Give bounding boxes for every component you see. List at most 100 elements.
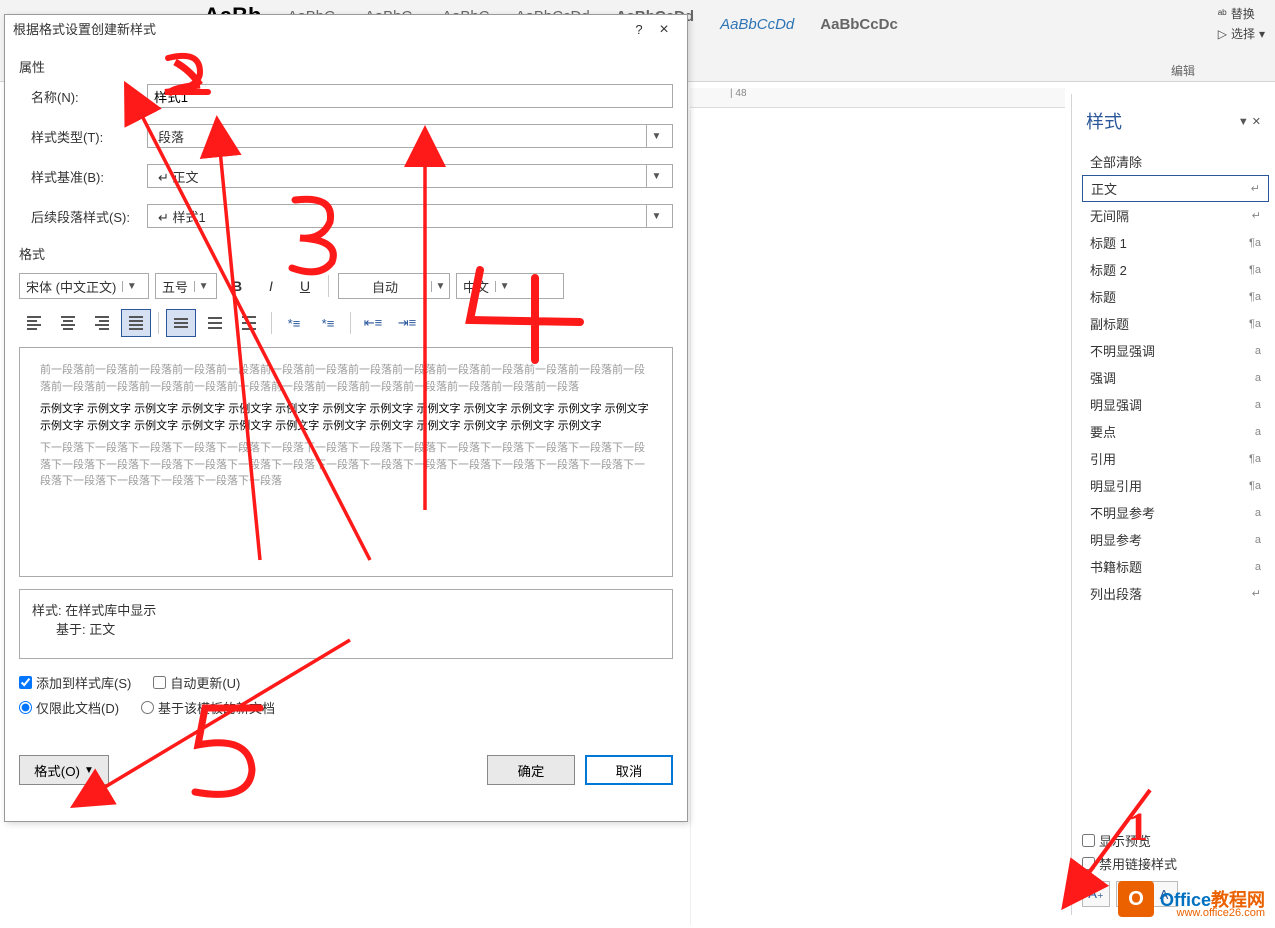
type-select[interactable]: 段落▼ [147,124,673,148]
section-format: 格式 [19,244,673,263]
style-list-item[interactable]: 列出段落 ↵ [1082,580,1269,607]
chevron-down-icon: ▼ [646,205,666,227]
bold-button[interactable]: B [223,273,251,299]
pane-options-button[interactable]: ▼ ✕ [1238,115,1261,128]
styles-pane: 样式▼ ✕ 全部清除正文↵无间隔↵标题 1¶a标题 2¶a标题¶a副标题¶a不明… [1071,94,1269,915]
name-input[interactable] [147,84,673,108]
document-area[interactable] [690,110,1065,925]
underline-button[interactable]: U [291,273,319,299]
auto-update-checkbox[interactable]: 自动更新(U) [153,673,240,692]
ribbon-editing-group: ᵃᵇ替换 ▷选择 ▾ [1218,2,1265,45]
style-item-badge: a [1255,399,1261,411]
help-button[interactable]: ? [629,15,649,45]
style-item-label: 明显参考 [1090,530,1142,549]
style-tile[interactable]: AaBbCcDc [816,14,902,37]
cursor-icon: ▷ [1218,27,1227,41]
style-item-label: 标题 1 [1090,233,1127,252]
style-list-item[interactable]: 无间隔↵ [1082,202,1269,229]
indent-decrease-button[interactable]: ⇤≡ [358,309,388,337]
ribbon-group-label: 编辑 [1171,62,1195,79]
style-item-label: 标题 [1090,287,1116,306]
font-name-combo[interactable]: 宋体 (中文正文)▼ [19,273,149,299]
style-list-item[interactable]: 标题 ¶a [1082,283,1269,310]
font-color-combo[interactable]: 自动▼ [338,273,450,299]
next-label: 后续段落样式(S): [19,207,147,226]
format-menu-button[interactable]: 格式(O)▼ [19,755,109,785]
base-label: 样式基准(B): [19,167,147,186]
show-preview-checkbox[interactable]: 显示预览 [1082,831,1261,850]
style-list-item[interactable]: 不明显参考 a [1082,499,1269,526]
new-style-icon: A₊ [1088,886,1104,902]
indent-increase-button[interactable]: ⇥≡ [392,309,422,337]
replace-button[interactable]: ᵃᵇ替换 [1218,5,1265,22]
section-properties: 属性 [19,57,673,76]
style-list-item[interactable]: 副标题¶a [1082,310,1269,337]
dialog-title: 根据格式设置创建新样式 [13,15,156,45]
align-right-button[interactable] [87,309,117,337]
style-list-item[interactable]: 全部清除 [1082,148,1269,175]
align-center-button[interactable] [53,309,83,337]
style-list-item[interactable]: 要点a [1082,418,1269,445]
add-to-gallery-checkbox[interactable]: 添加到样式库(S) [19,673,131,692]
styles-list: 全部清除正文↵无间隔↵标题 1¶a标题 2¶a标题¶a副标题¶a不明显强调a强调… [1082,148,1269,607]
replace-icon: ᵃᵇ [1218,7,1227,21]
style-item-label: 书籍标题 [1090,557,1142,576]
chevron-down-icon: ▼ [646,125,666,147]
next-select[interactable]: ↵ 样式1▼ [147,204,673,228]
style-list-item[interactable]: 不明显强调a [1082,337,1269,364]
style-tile[interactable]: AaBbCcDd [716,14,798,37]
chevron-down-icon: ▼ [122,281,140,292]
style-item-badge: ¶a [1249,453,1261,465]
name-label: 名称(N): [19,87,147,106]
style-list-item[interactable]: 正文↵ [1082,175,1269,202]
style-item-label: 列出段落 [1090,584,1142,603]
style-item-label: 明显引用 [1090,476,1142,495]
cancel-button[interactable]: 取消 [585,755,673,785]
watermark-logo-icon: O [1118,881,1154,917]
dialog-titlebar: 根据格式设置创建新样式 ? × [5,15,687,45]
style-list-item[interactable]: 标题 1 ¶a [1082,229,1269,256]
style-item-label: 标题 2 [1090,260,1127,279]
ok-button[interactable]: 确定 [487,755,575,785]
ruler: | 48 [690,88,1065,108]
chevron-down-icon: ▼ [194,281,212,292]
style-item-badge: ↵ [1252,587,1261,600]
font-size-combo[interactable]: 五号▼ [155,273,217,299]
style-item-badge: ¶a [1249,291,1261,303]
type-label: 样式类型(T): [19,127,147,146]
space-before-inc-button[interactable]: *≡ [279,309,309,337]
style-item-label: 明显强调 [1090,395,1142,414]
style-list-item[interactable]: 引用¶a [1082,445,1269,472]
close-button[interactable]: × [649,15,679,45]
style-description: 样式: 在样式库中显示 基于: 正文 [19,589,673,659]
style-list-item[interactable]: 明显引用¶a [1082,472,1269,499]
style-list-item[interactable]: 明显参考 a [1082,526,1269,553]
style-list-item[interactable]: 标题 2 ¶a [1082,256,1269,283]
space-before-dec-button[interactable]: *≡ [313,309,343,337]
line-spacing-2-button[interactable] [234,309,264,337]
style-list-item[interactable]: 书籍标题a [1082,553,1269,580]
style-item-label: 全部清除 [1090,152,1142,171]
style-item-badge: a [1255,507,1261,519]
line-spacing-15-button[interactable] [200,309,230,337]
style-item-badge: ¶a [1249,237,1261,249]
align-justify-button[interactable] [121,309,151,337]
select-button[interactable]: ▷选择 ▾ [1218,25,1265,42]
line-spacing-1-button[interactable] [166,309,196,337]
styles-pane-title: 样式▼ ✕ [1086,108,1269,134]
italic-button[interactable]: I [257,273,285,299]
style-list-item[interactable]: 明显强调 a [1082,391,1269,418]
style-item-badge: a [1255,534,1261,546]
format-toolbar: 宋体 (中文正文)▼ 五号▼ B I U 自动▼ 中文▼ [19,273,673,299]
disable-linked-checkbox[interactable]: 禁用链接样式 [1082,854,1261,873]
base-select[interactable]: ↵ 正文▼ [147,164,673,188]
align-left-button[interactable] [19,309,49,337]
style-item-badge: ¶a [1249,318,1261,330]
style-list-item[interactable]: 强调a [1082,364,1269,391]
new-style-button[interactable]: A₊ [1082,881,1110,907]
style-item-label: 不明显参考 [1090,503,1155,522]
language-combo[interactable]: 中文▼ [456,273,564,299]
style-item-badge: ¶a [1249,264,1261,276]
template-docs-radio[interactable]: 基于该模板的新文档 [141,698,275,717]
this-doc-only-radio[interactable]: 仅限此文档(D) [19,698,119,717]
